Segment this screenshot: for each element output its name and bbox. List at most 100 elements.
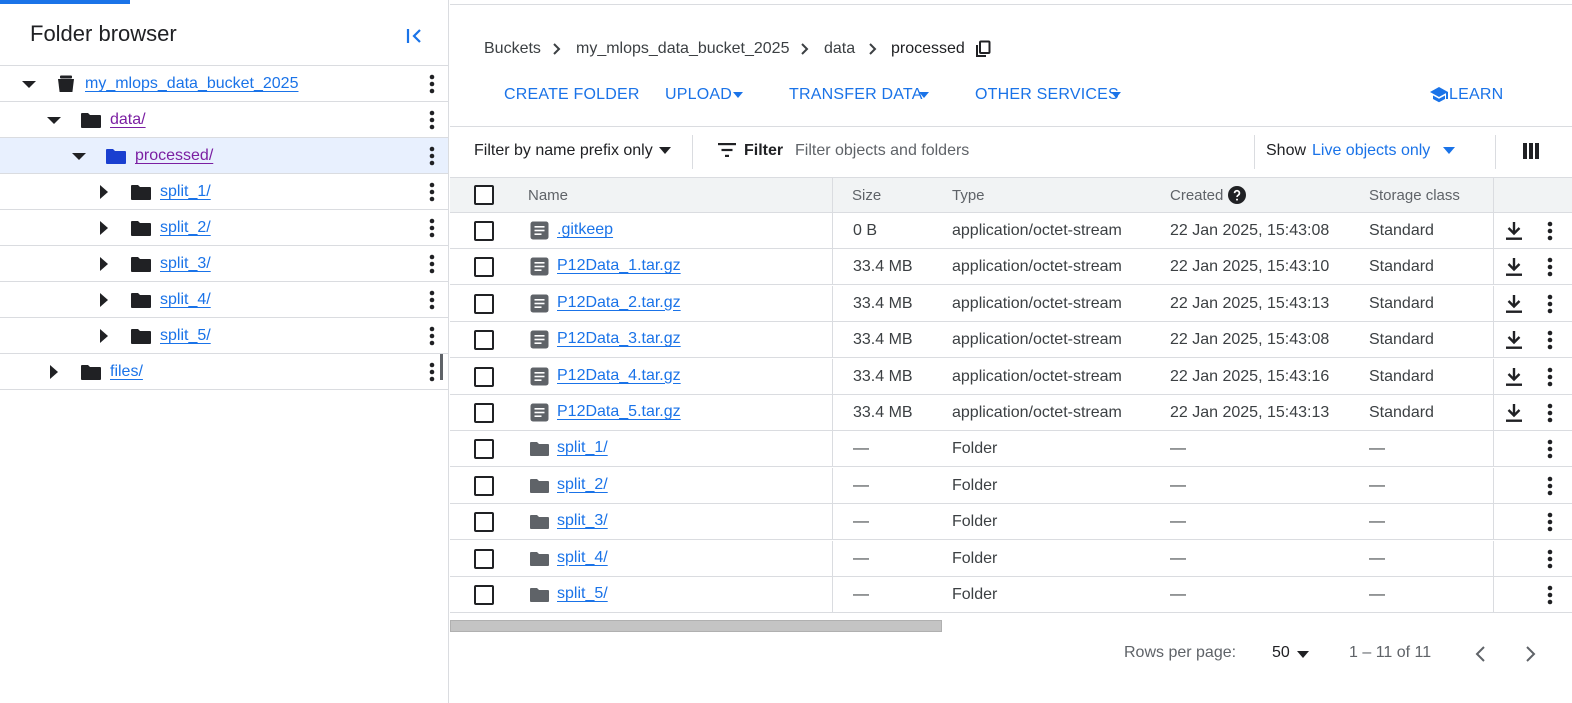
table-row[interactable]: split_4/ — Folder — — bbox=[450, 540, 1572, 577]
tree-item[interactable]: split_3/ bbox=[0, 246, 448, 282]
table-row[interactable]: P12Data_4.tar.gz 33.4 MB application/octet… bbox=[450, 358, 1572, 395]
caret-down-icon[interactable] bbox=[22, 77, 36, 91]
tree-item[interactable]: split_2/ bbox=[0, 210, 448, 246]
rows-per-page-select[interactable]: 50 bbox=[1272, 644, 1290, 662]
breadcrumb-data[interactable]: data bbox=[824, 40, 855, 58]
table-row[interactable]: split_2/ — Folder — — bbox=[450, 467, 1572, 504]
previous-page-button[interactable] bbox=[1470, 643, 1492, 665]
other-services-button[interactable]: OTHER SERVICES bbox=[975, 86, 1119, 104]
column-name-header[interactable]: Name bbox=[528, 187, 568, 204]
row-checkbox[interactable] bbox=[474, 366, 494, 387]
more-vert-icon[interactable] bbox=[423, 73, 441, 95]
table-row[interactable]: P12Data_5.tar.gz 33.4 MB application/octet… bbox=[450, 395, 1572, 431]
more-vert-icon[interactable] bbox=[1541, 584, 1559, 606]
row-checkbox[interactable] bbox=[474, 548, 494, 569]
tree-item-label[interactable]: split_4/ bbox=[160, 291, 211, 309]
more-vert-icon[interactable] bbox=[1541, 511, 1559, 533]
table-row[interactable]: split_3/ — Folder — — bbox=[450, 504, 1572, 541]
upload-button[interactable]: UPLOAD bbox=[665, 86, 732, 104]
tree-item-label[interactable]: processed/ bbox=[135, 147, 213, 165]
caret-right-icon[interactable] bbox=[97, 185, 111, 199]
row-checkbox[interactable] bbox=[474, 221, 494, 241]
caret-down-icon[interactable] bbox=[72, 149, 86, 163]
row-checkbox[interactable] bbox=[474, 330, 494, 351]
copy-icon[interactable] bbox=[974, 40, 992, 58]
more-vert-icon[interactable] bbox=[1541, 402, 1559, 424]
tree-item-label[interactable]: split_2/ bbox=[160, 219, 211, 237]
table-row[interactable]: P12Data_3.tar.gz 33.4 MB application/octet… bbox=[450, 322, 1572, 359]
more-vert-icon[interactable] bbox=[423, 145, 441, 167]
filter-mode-dropdown[interactable]: Filter by name prefix only bbox=[474, 142, 653, 160]
row-checkbox[interactable] bbox=[474, 293, 494, 314]
table-row[interactable]: split_5/ — Folder — — bbox=[450, 577, 1572, 613]
breadcrumb-bucket[interactable]: my_mlops_data_bucket_2025 bbox=[576, 40, 789, 58]
download-icon[interactable] bbox=[1505, 330, 1523, 350]
row-checkbox[interactable] bbox=[474, 585, 494, 605]
tree-item-label[interactable]: my_mlops_data_bucket_2025 bbox=[85, 75, 298, 93]
tree-item-label[interactable]: files/ bbox=[110, 363, 143, 381]
more-vert-icon[interactable] bbox=[1541, 256, 1559, 278]
tree-item-label[interactable]: split_5/ bbox=[160, 327, 211, 345]
object-name-link[interactable]: P12Data_5.tar.gz bbox=[557, 403, 681, 421]
more-vert-icon[interactable] bbox=[1541, 220, 1559, 242]
tree-item-label[interactable]: data/ bbox=[110, 111, 146, 129]
table-row[interactable]: split_1/ — Folder — — bbox=[450, 431, 1572, 468]
more-vert-icon[interactable] bbox=[1541, 293, 1559, 315]
object-name-link[interactable]: P12Data_1.tar.gz bbox=[557, 257, 681, 275]
filter-input[interactable] bbox=[795, 136, 1235, 166]
object-name-link[interactable]: .gitkeep bbox=[557, 221, 613, 239]
row-checkbox[interactable] bbox=[474, 439, 494, 460]
tree-item[interactable]: processed/ bbox=[0, 138, 448, 174]
more-vert-icon[interactable] bbox=[423, 289, 441, 311]
tree-item-label[interactable]: split_1/ bbox=[160, 183, 211, 201]
caret-down-icon[interactable] bbox=[47, 113, 61, 127]
more-vert-icon[interactable] bbox=[423, 181, 441, 203]
column-display-icon[interactable] bbox=[1523, 143, 1539, 159]
caret-right-icon[interactable] bbox=[97, 293, 111, 307]
object-name-link[interactable]: split_2/ bbox=[557, 476, 608, 494]
more-vert-icon[interactable] bbox=[1541, 366, 1559, 388]
row-checkbox[interactable] bbox=[474, 257, 494, 278]
download-icon[interactable] bbox=[1505, 403, 1523, 423]
caret-right-icon[interactable] bbox=[47, 365, 61, 379]
more-vert-icon[interactable] bbox=[1541, 438, 1559, 460]
tree-item[interactable]: split_1/ bbox=[0, 174, 448, 210]
select-all-checkbox[interactable] bbox=[474, 185, 494, 205]
download-icon[interactable] bbox=[1505, 367, 1523, 387]
collapse-panel-icon[interactable] bbox=[402, 24, 426, 48]
tree-scrollbar[interactable] bbox=[440, 354, 443, 380]
caret-right-icon[interactable] bbox=[97, 329, 111, 343]
download-icon[interactable] bbox=[1505, 257, 1523, 277]
more-vert-icon[interactable] bbox=[423, 217, 441, 239]
more-vert-icon[interactable] bbox=[1541, 329, 1559, 351]
column-resize-handle[interactable] bbox=[832, 178, 833, 214]
horizontal-scrollbar[interactable] bbox=[450, 620, 942, 632]
more-vert-icon[interactable] bbox=[423, 109, 441, 131]
object-name-link[interactable]: P12Data_4.tar.gz bbox=[557, 367, 681, 385]
tree-item[interactable]: split_4/ bbox=[0, 282, 448, 318]
row-checkbox[interactable] bbox=[474, 403, 494, 423]
caret-right-icon[interactable] bbox=[97, 257, 111, 271]
object-name-link[interactable]: split_5/ bbox=[557, 585, 608, 603]
create-folder-button[interactable]: CREATE FOLDER bbox=[504, 86, 640, 104]
tree-item[interactable]: files/ bbox=[0, 354, 448, 390]
tree-item[interactable]: my_mlops_data_bucket_2025 bbox=[0, 66, 448, 102]
column-size-header[interactable]: Size bbox=[852, 187, 881, 204]
column-type-header[interactable]: Type bbox=[952, 187, 985, 204]
tree-item[interactable]: split_5/ bbox=[0, 318, 448, 354]
help-icon[interactable] bbox=[1228, 186, 1246, 204]
live-objects-dropdown[interactable]: Live objects only bbox=[1312, 142, 1430, 160]
row-checkbox[interactable] bbox=[474, 475, 494, 496]
object-name-link[interactable]: P12Data_3.tar.gz bbox=[557, 330, 681, 348]
row-checkbox[interactable] bbox=[474, 512, 494, 533]
tree-item-label[interactable]: split_3/ bbox=[160, 255, 211, 273]
more-vert-icon[interactable] bbox=[423, 325, 441, 347]
download-icon[interactable] bbox=[1505, 221, 1523, 241]
more-vert-icon[interactable] bbox=[423, 253, 441, 275]
column-created-header[interactable]: Created bbox=[1170, 187, 1223, 204]
download-icon[interactable] bbox=[1505, 294, 1523, 314]
table-row[interactable]: .gitkeep 0 B application/octet-stream 22 Ja… bbox=[450, 213, 1572, 249]
table-row[interactable]: P12Data_1.tar.gz 33.4 MB application/octet… bbox=[450, 249, 1572, 286]
column-storage-class-header[interactable]: Storage class bbox=[1369, 187, 1460, 204]
more-vert-icon[interactable] bbox=[1541, 475, 1559, 497]
